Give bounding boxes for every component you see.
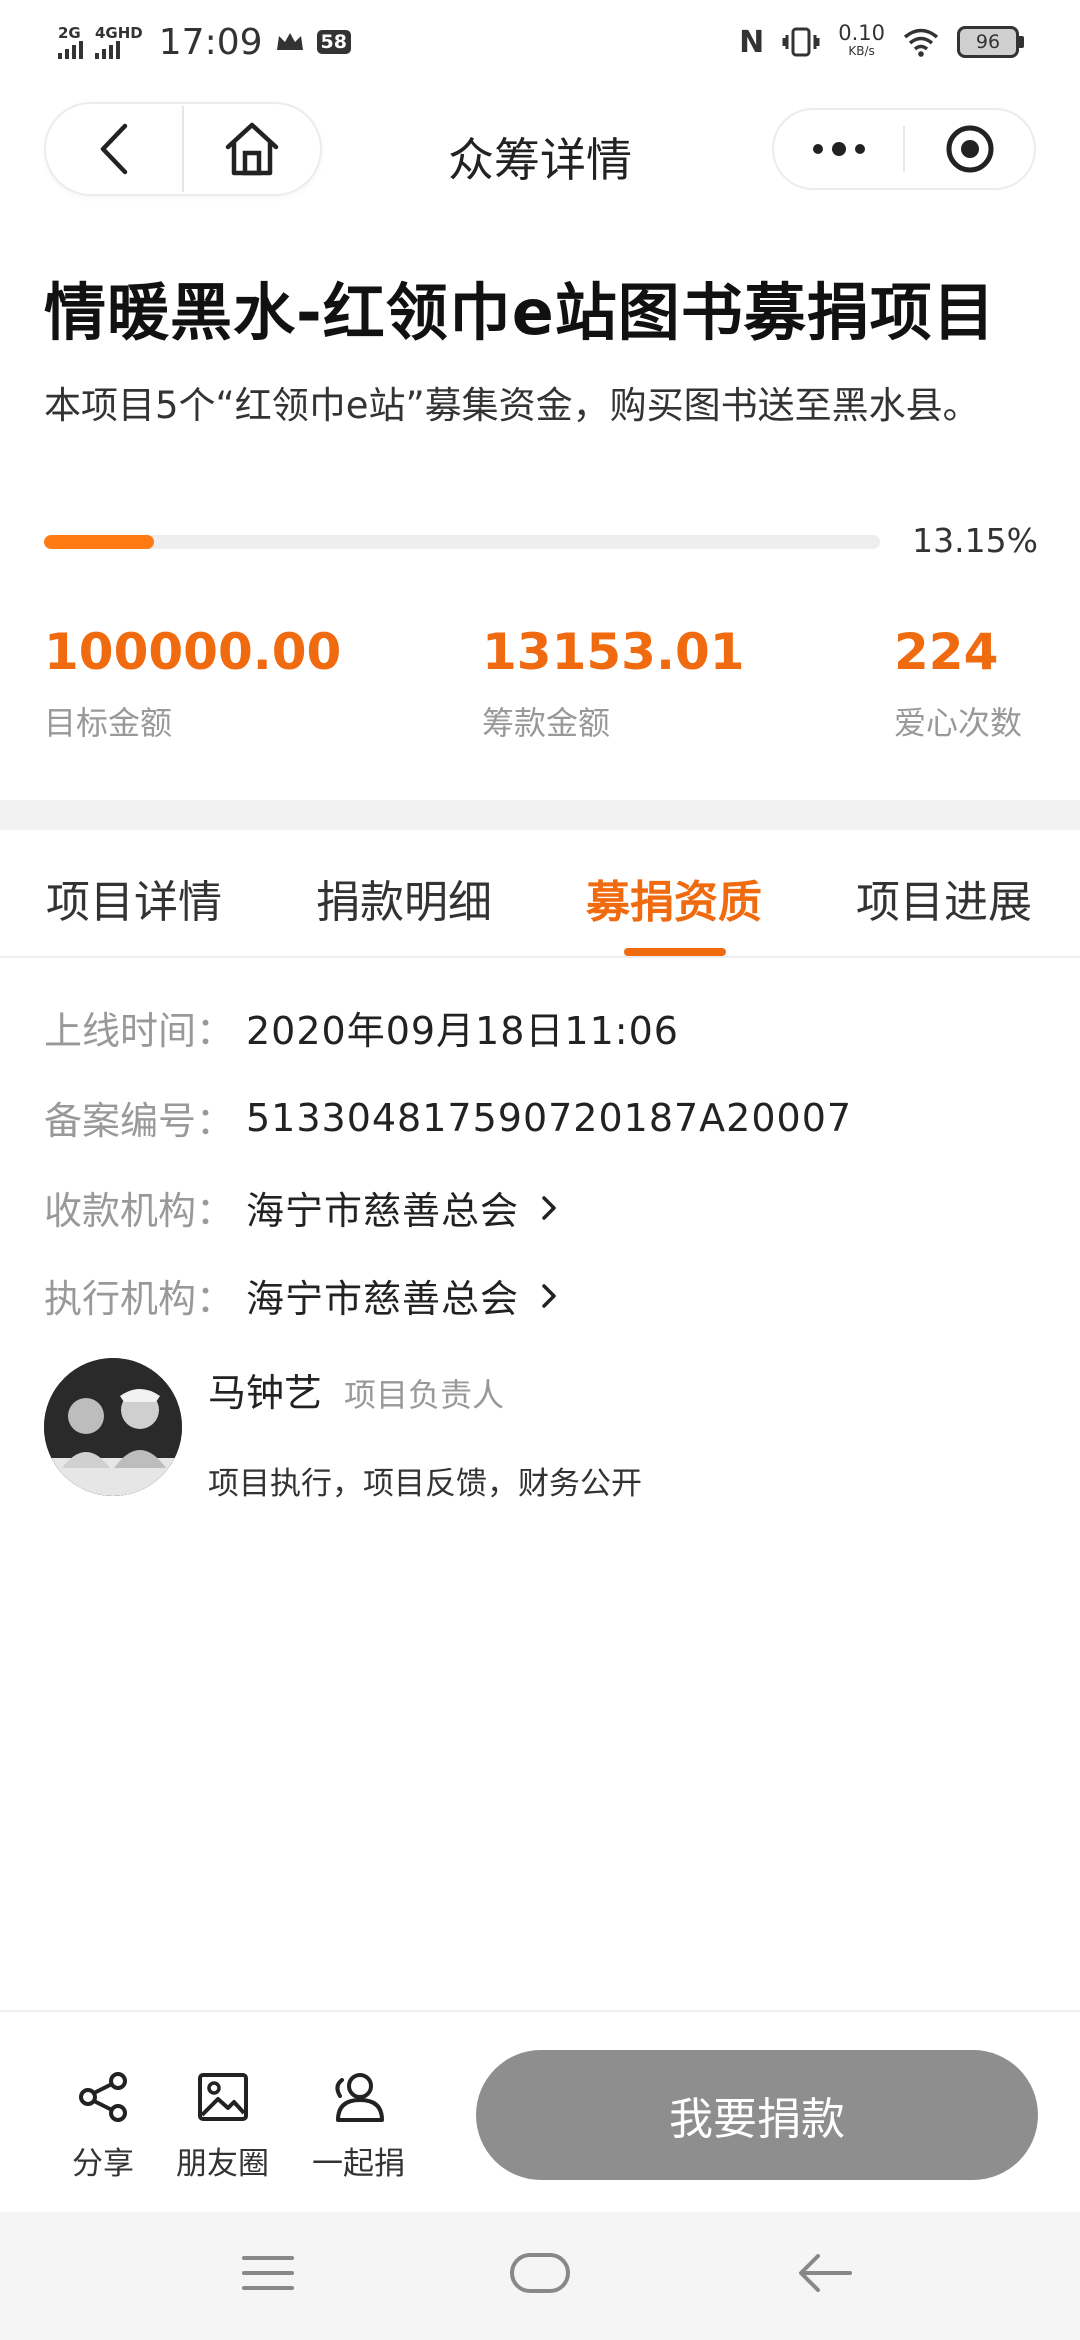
battery-level: 96 xyxy=(957,26,1019,58)
share-label: 分享 xyxy=(72,2146,134,2182)
donate-together-button[interactable]: 一起捐 xyxy=(312,2068,405,2183)
arrow-left-icon xyxy=(799,2254,852,2292)
back-button[interactable] xyxy=(46,104,182,194)
speed-value: 0.10 xyxy=(838,21,885,45)
battery-icon: 96 xyxy=(957,26,1024,58)
sim2-network: 4GHD xyxy=(95,23,143,42)
stat-value: 13153.01 xyxy=(482,623,745,681)
recent-apps-button[interactable] xyxy=(240,2250,296,2300)
project-title: 情暖黑水-红领巾e站图书募捐项目 xyxy=(44,276,996,349)
avatar xyxy=(44,1358,182,1496)
share-button[interactable]: 分享 xyxy=(72,2068,134,2183)
person-role: 项目负责人 xyxy=(344,1376,505,1414)
tab-donation-records[interactable]: 捐款明细 xyxy=(316,866,492,930)
person-name: 马钟艺 xyxy=(208,1371,323,1415)
info-online-time: 上线时间： 2020年09月18日11:06 xyxy=(44,1000,679,1055)
info-value: 2020年09月18日11:06 xyxy=(246,1009,679,1053)
chevron-right-icon xyxy=(542,1283,556,1308)
signal-2g: 2G xyxy=(58,23,83,59)
more-dots-icon xyxy=(812,142,865,156)
status-bar: 2G 4GHD 17:09 58 N 0.10 KB/s 96 xyxy=(0,0,1080,84)
chevron-left-icon xyxy=(100,123,128,175)
progress-fill xyxy=(44,535,154,549)
info-label: 收款机构： xyxy=(44,1189,235,1233)
active-tab-indicator xyxy=(624,948,726,956)
status-right: N 0.10 KB/s 96 xyxy=(739,21,1024,60)
image-icon xyxy=(197,2073,248,2121)
system-nav-bar xyxy=(0,2212,1080,2340)
bottom-action-bar: 分享 朋友圈 一起捐 我要捐款 xyxy=(0,2010,1080,2210)
tab-fundraising-qualification[interactable]: 募捐资质 xyxy=(586,866,762,930)
share-icon xyxy=(79,2072,127,2122)
stat-value: 100000.00 xyxy=(44,623,342,681)
system-back-button[interactable] xyxy=(796,2250,854,2300)
info-record-number: 备案编号： 513304817590720187A20007 xyxy=(44,1090,852,1145)
chevron-right-icon xyxy=(542,1195,556,1220)
receiver-link[interactable]: 海宁市慈善总会 xyxy=(246,1180,519,1235)
stat-donation-count: 224 爱心次数 xyxy=(894,620,1022,744)
notification-badge: 58 xyxy=(316,30,351,54)
info-executor[interactable]: 执行机构： 海宁市慈善总会 xyxy=(44,1268,557,1323)
progress-bar xyxy=(44,535,880,549)
signal-bars-icon xyxy=(95,40,120,59)
home-icon xyxy=(225,122,279,176)
section-divider xyxy=(0,800,1080,830)
moments-button[interactable]: 朋友圈 xyxy=(176,2068,269,2183)
system-home-button[interactable] xyxy=(508,2250,572,2300)
info-label: 备案编号： xyxy=(44,1099,235,1143)
speed-unit: KB/s xyxy=(848,44,875,58)
nav-bar: 众筹详情 xyxy=(0,96,1080,204)
project-description: 本项目5个“红领巾e站”募集资金，购买图书送至黑水县。 xyxy=(44,384,980,427)
signal-4g: 4GHD xyxy=(95,23,143,59)
tab-bar: 项目详情 捐款明细 募捐资质 项目进展 xyxy=(0,830,1080,958)
wifi-icon xyxy=(903,28,939,57)
home-pill-icon xyxy=(510,2253,570,2293)
stat-label: 爱心次数 xyxy=(894,704,1023,742)
progress-percent: 13.15% xyxy=(912,521,1038,560)
home-button[interactable] xyxy=(184,104,320,194)
more-button[interactable] xyxy=(774,110,903,188)
executor-link[interactable]: 海宁市慈善总会 xyxy=(246,1268,519,1323)
donate-together-label: 一起捐 xyxy=(312,2146,405,2182)
info-receiver[interactable]: 收款机构： 海宁市慈善总会 xyxy=(44,1180,557,1235)
info-label: 执行机构： xyxy=(44,1277,235,1321)
stat-label: 筹款金额 xyxy=(482,704,611,742)
person-duties: 项目执行，项目反馈，财务公开 xyxy=(208,1466,642,1502)
moments-label: 朋友圈 xyxy=(176,2146,269,2182)
stat-label: 目标金额 xyxy=(44,704,173,742)
stat-value: 224 xyxy=(894,623,999,681)
donate-button[interactable]: 我要捐款 xyxy=(476,2050,1038,2180)
stat-target-amount: 100000.00 目标金额 xyxy=(44,620,341,744)
crown-icon xyxy=(276,33,303,50)
info-label: 上线时间： xyxy=(44,1009,235,1053)
network-speed: 0.10 KB/s xyxy=(838,21,885,60)
nav-capsule-right xyxy=(772,108,1036,190)
close-miniprogram-button[interactable] xyxy=(905,110,1034,188)
tab-project-progress[interactable]: 项目进展 xyxy=(856,866,1032,930)
target-icon xyxy=(946,125,993,173)
nav-capsule-left xyxy=(44,102,322,196)
menu-icon xyxy=(242,2256,294,2290)
vibrate-icon xyxy=(782,27,820,57)
info-value: 513304817590720187A20007 xyxy=(246,1095,853,1140)
users-icon xyxy=(334,2073,384,2122)
nfc-icon: N xyxy=(739,24,765,60)
stat-raised-amount: 13153.01 筹款金额 xyxy=(482,620,745,744)
signal-bars-icon xyxy=(58,40,83,59)
clock: 17:09 xyxy=(158,21,263,63)
status-left: 2G 4GHD 17:09 58 xyxy=(58,22,351,63)
sim1-network: 2G xyxy=(58,23,81,42)
tab-project-details[interactable]: 项目详情 xyxy=(46,866,222,930)
